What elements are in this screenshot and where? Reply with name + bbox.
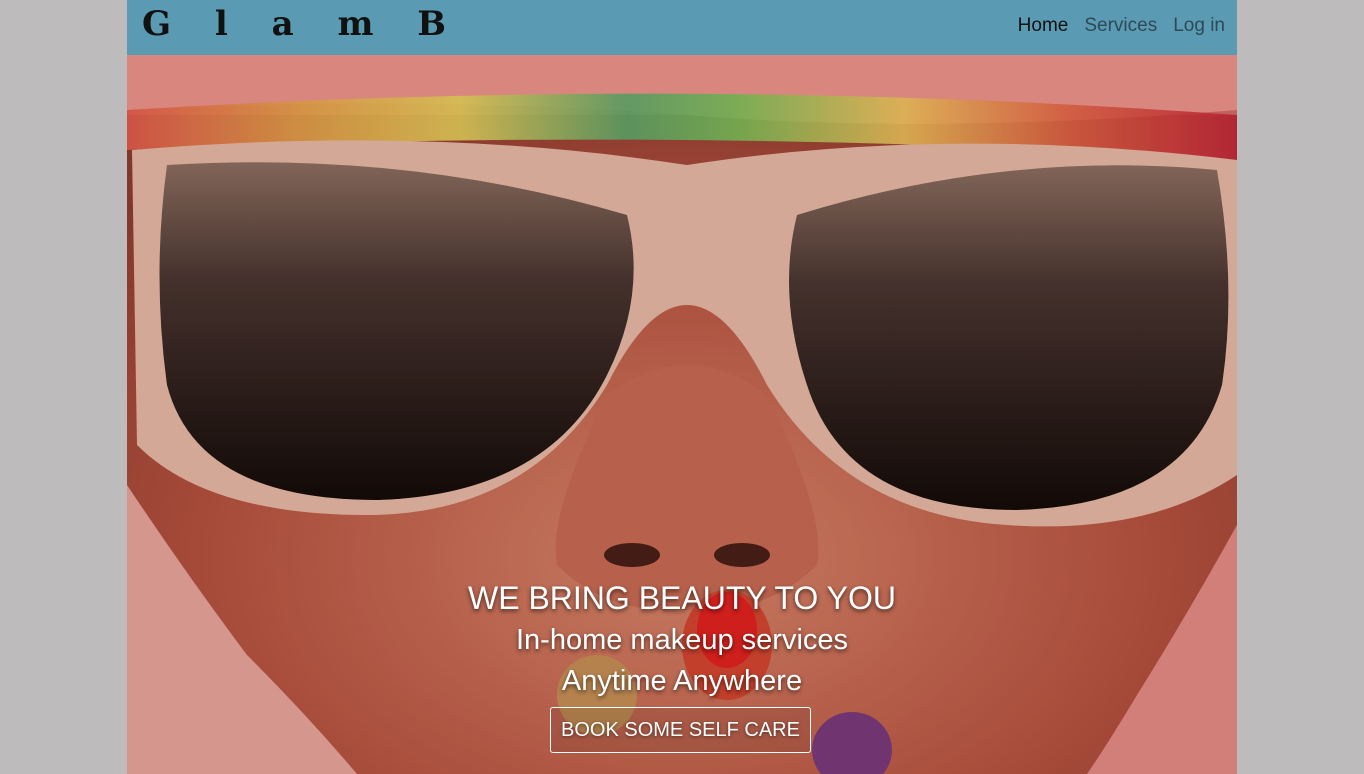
navbar: G l a m B Home Services Log in: [127, 0, 1237, 55]
hero-section: WE BRING BEAUTY TO YOU In-home makeup se…: [127, 55, 1237, 774]
nav-services-link[interactable]: Services: [1084, 14, 1157, 38]
hero-subline-anytime: Anytime Anywhere: [561, 665, 803, 697]
main-nav: Home Services Log in: [1018, 14, 1225, 38]
nav-login-link[interactable]: Log in: [1173, 14, 1225, 38]
page: G l a m B Home Services Log in WE BRING …: [127, 0, 1237, 774]
book-self-care-button[interactable]: BOOK SOME SELF CARE: [550, 707, 811, 753]
nav-home-link[interactable]: Home: [1018, 14, 1069, 38]
hero-subline-services: In-home makeup services: [515, 624, 849, 656]
hero-headline: WE BRING BEAUTY TO YOU: [468, 580, 896, 616]
brand-logo[interactable]: G l a m B: [142, 4, 462, 44]
